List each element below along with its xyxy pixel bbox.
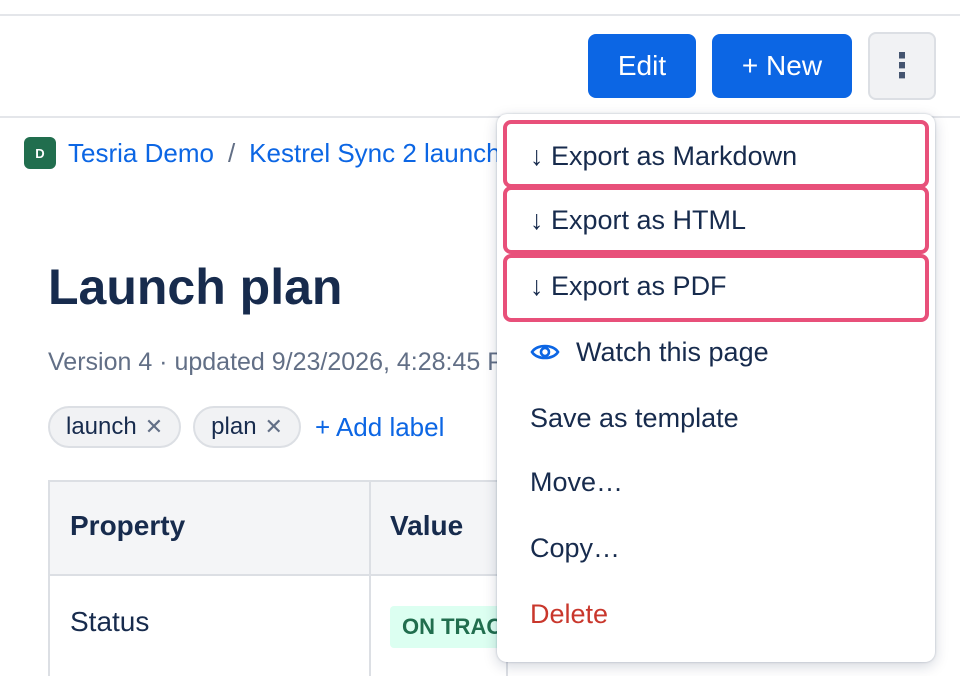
menu-item-export-html[interactable]: ↓ Export as HTML xyxy=(497,188,935,252)
more-actions-menu: ↓ Export as Markdown ↓ Export as HTML ↓ … xyxy=(497,114,935,662)
label-list: launch ✕ plan ✕ + Add label xyxy=(48,406,444,448)
menu-item-label: ↓ Export as Markdown xyxy=(530,140,798,171)
breadcrumb-page-link[interactable]: Kestrel Sync 2 launch xyxy=(249,138,500,169)
label-chip-launch[interactable]: launch ✕ xyxy=(48,406,182,448)
menu-item-label: Save as template xyxy=(530,402,739,433)
menu-item-save-template[interactable]: Save as template xyxy=(497,386,935,450)
table-header-property: Property xyxy=(70,510,186,541)
add-label-link[interactable]: + Add label xyxy=(315,412,444,443)
breadcrumb-separator: / xyxy=(227,137,236,168)
menu-item-delete[interactable]: Delete xyxy=(497,582,935,646)
menu-item-label: Copy… xyxy=(530,532,621,563)
menu-item-watch-page[interactable]: Watch this page xyxy=(497,320,935,384)
menu-item-label: ↓ Export as HTML xyxy=(530,204,747,235)
menu-item-export-pdf[interactable]: ↓ Export as PDF xyxy=(497,254,935,318)
breadcrumb-space-link[interactable]: Tesria Demo xyxy=(68,138,214,169)
eye-icon xyxy=(530,342,564,362)
table-cell-property: Status xyxy=(70,606,150,637)
label-chip-text: plan xyxy=(211,413,257,440)
new-button[interactable]: + New xyxy=(712,34,852,98)
page-title: Launch plan xyxy=(48,259,343,315)
column-divider xyxy=(369,482,371,676)
label-chip-plan[interactable]: plan ✕ xyxy=(193,406,301,448)
menu-item-label: Watch this page xyxy=(576,336,769,367)
menu-item-move[interactable]: Move… xyxy=(497,450,935,514)
properties-table: Property Value Status ON TRACK xyxy=(48,480,531,676)
version-info: Version 4 · updated 9/23/2026, 4:28:45 P… xyxy=(48,348,498,376)
menu-item-export-markdown[interactable]: ↓ Export as Markdown xyxy=(497,124,935,188)
space-avatar[interactable]: D xyxy=(24,137,56,169)
menu-item-copy[interactable]: Copy… xyxy=(497,516,935,580)
table-header-value: Value xyxy=(390,510,464,541)
menu-item-label: ↓ Export as PDF xyxy=(530,270,727,301)
remove-label-icon[interactable]: ✕ xyxy=(145,414,163,440)
label-chip-text: launch xyxy=(66,413,137,440)
menu-item-label: Move… xyxy=(530,466,624,497)
remove-label-icon[interactable]: ✕ xyxy=(265,414,283,440)
menu-item-label: Delete xyxy=(530,598,609,629)
more-actions-button[interactable]: ⋮ xyxy=(868,32,936,100)
page-toolbar: Edit + New ⋮ xyxy=(0,16,960,118)
edit-button[interactable]: Edit xyxy=(588,34,696,98)
breadcrumb: D Tesria Demo / Kestrel Sync 2 launch xyxy=(24,136,504,170)
